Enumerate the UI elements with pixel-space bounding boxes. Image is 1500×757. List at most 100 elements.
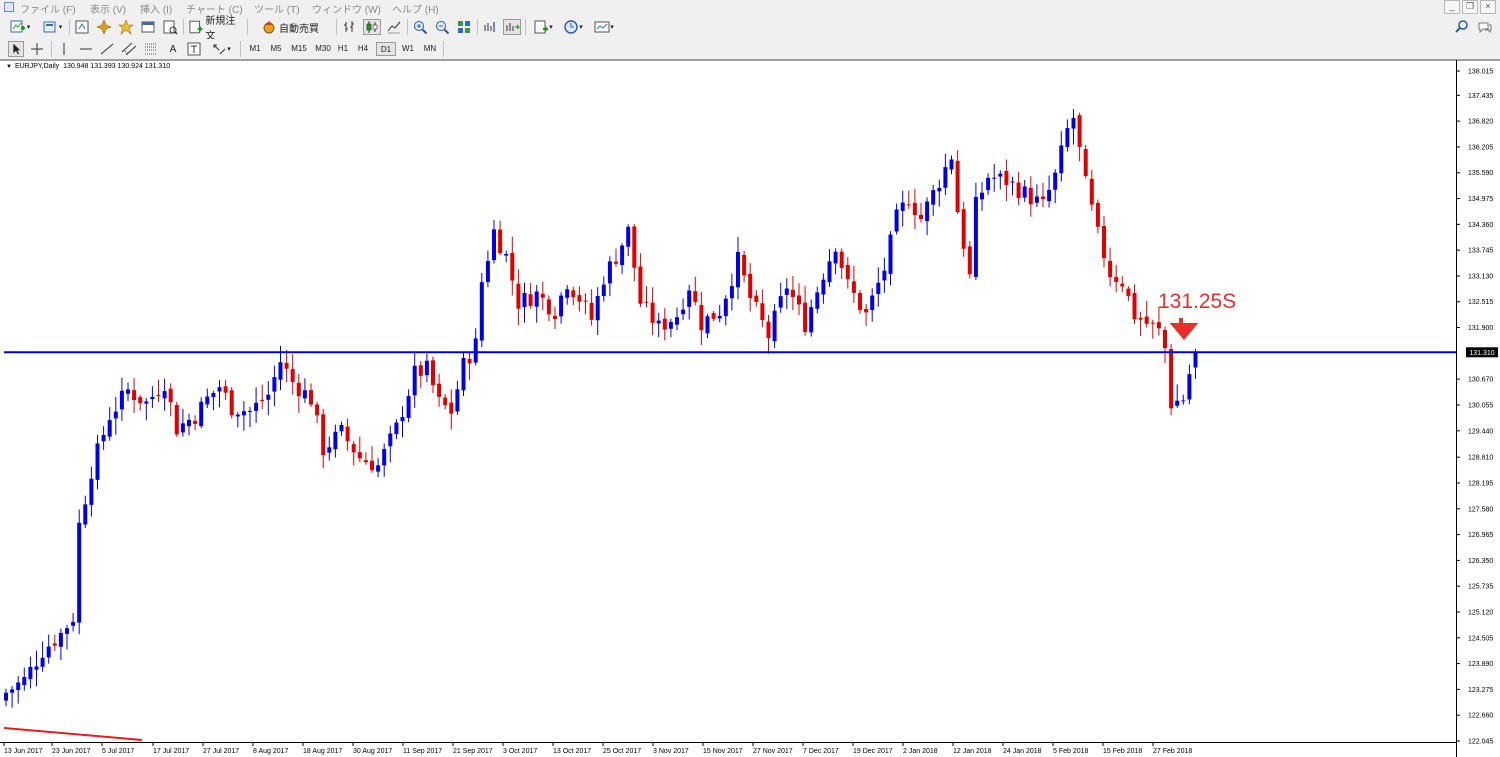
bullish-candle [10,689,15,693]
bearish-candle [1144,316,1149,324]
tf-w1[interactable]: W1 [399,42,417,56]
tf-mn[interactable]: MN [420,42,440,56]
tf-m30[interactable]: M30 [312,42,334,56]
market-watch-icon[interactable] [73,19,91,35]
bearish-candle [1028,187,1033,205]
bearish-candle [1108,260,1113,278]
favorites-icon[interactable] [117,19,135,35]
bullish-candle [485,261,490,282]
bullish-candle [1047,189,1052,202]
bullish-candle [870,295,875,311]
tf-d1[interactable]: D1 [376,42,396,56]
bullish-candle [626,226,631,247]
terminal-icon[interactable] [139,19,157,35]
horizontal-line-icon[interactable] [78,41,94,57]
menu-window[interactable]: ウィンドウ (W) [312,1,381,16]
trend-line-icon[interactable] [99,41,115,57]
minimize-icon[interactable]: _ [1444,0,1460,14]
bearish-candle [1095,202,1100,227]
chat-icon[interactable] [1476,19,1494,35]
bearish-candle [662,318,667,330]
time-tick-label: 17 Jul 2017 [153,748,189,755]
candlestick-chart-icon[interactable] [363,19,381,35]
bullish-candle [455,389,460,412]
restore-icon[interactable]: ❐ [1462,0,1478,14]
chart-shift-icon[interactable] [481,19,499,35]
bullish-candle [424,360,429,376]
auto-scroll-icon[interactable] [503,19,521,35]
bullish-candle [327,447,332,453]
arrows-icon[interactable]: ▾ [208,41,234,57]
menu-help[interactable]: ヘルプ (H) [392,1,439,16]
new-order-button[interactable]: 新規注文 [188,16,244,42]
text-label-icon[interactable] [186,41,202,57]
tf-m15[interactable]: M15 [288,42,310,56]
price-tick-label: 125.120 [1468,609,1493,616]
bullish-candle [876,282,881,294]
templates-icon[interactable]: ▾ [591,19,617,35]
price-tick-label: 130.670 [1468,377,1493,384]
bearish-candle [437,383,442,397]
tile-windows-icon[interactable] [455,19,473,35]
bearish-candle [1138,317,1143,320]
bullish-candle [278,362,283,380]
new-chart-icon[interactable]: ▾ [6,19,34,35]
strategy-tester-icon[interactable] [161,19,179,35]
time-tick-label: 23 Jun 2017 [52,748,91,755]
profiles-icon[interactable]: ▾ [38,19,66,35]
tf-h1[interactable]: H1 [335,42,351,56]
tf-m5[interactable]: M5 [267,42,285,56]
price-tick-label: 126.965 [1468,532,1493,539]
bearish-candle [760,303,765,321]
bearish-candle [174,405,179,435]
menu-tools[interactable]: ツール (T) [254,1,300,16]
bullish-candle [681,309,686,315]
price-tick-label: 133.745 [1468,248,1493,255]
bearish-candle [138,397,143,404]
tf-h4[interactable]: H4 [355,42,371,56]
periods-clock-icon[interactable]: ▾ [560,19,586,35]
bar-chart-icon[interactable] [341,19,359,35]
text-icon[interactable]: A [165,41,181,57]
vertical-line-icon[interactable] [56,41,72,57]
bearish-candle [845,265,850,280]
bullish-candle [34,666,39,670]
bullish-candle [1071,117,1076,129]
price-tick-label: 122.045 [1468,739,1493,746]
bullish-candle [150,396,155,400]
close-icon[interactable]: × [1480,0,1496,14]
auto-trading-button[interactable]: 自動売買 [251,18,329,36]
time-tick-label: 7 Dec 2017 [803,748,839,755]
price-tick-label: 128.195 [1468,480,1493,487]
equidistant-channel-icon[interactable] [121,41,137,57]
bearish-candle [583,300,588,302]
fibonacci-icon[interactable] [143,41,159,57]
menu-file[interactable]: ファイル (F) [20,1,76,16]
bullish-candle [235,414,240,417]
crosshair-icon[interactable] [29,41,45,57]
bullish-candle [620,245,625,266]
price-axis: 138.015 137.435 136.820 136.205 135.590 134.9… [1456,69,1493,746]
candlestick-chart[interactable]: 138.015 137.435 136.820 136.205 135.590 134.9… [0,60,1500,757]
indicators-icon[interactable]: ▾ [530,19,556,35]
bearish-candle [1114,276,1119,283]
bearish-candle [363,460,368,463]
navigator-icon[interactable] [95,19,113,35]
search-icon[interactable] [1454,19,1470,35]
bullish-candle [833,251,838,264]
line-chart-icon[interactable] [385,19,403,35]
tf-m1[interactable]: M1 [246,42,264,56]
bearish-candle [229,390,234,416]
red-trendline[interactable] [3,727,143,741]
zoom-out-icon[interactable] [433,19,451,35]
zoom-in-icon[interactable] [411,19,429,35]
bearish-candle [1102,225,1106,259]
bullish-candle [522,293,527,308]
bullish-candle [65,628,69,634]
cursor-icon[interactable] [8,41,24,57]
menu-view[interactable]: 表示 (V) [90,1,126,16]
bearish-candle [632,226,637,268]
bearish-candle [156,395,161,397]
bearish-candle [1150,322,1155,324]
menu-insert[interactable]: 挿入 (I) [140,1,172,16]
